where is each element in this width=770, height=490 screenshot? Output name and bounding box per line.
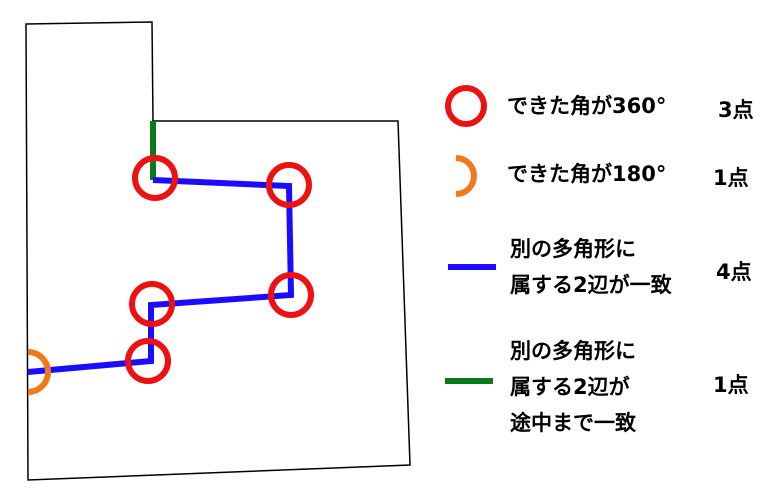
- red-circle-icon: [445, 85, 487, 127]
- legend-points-full-edge: 4点: [716, 260, 752, 284]
- legend-points-partial-edge: 1点: [713, 373, 749, 397]
- legend-points-180: 1点: [713, 166, 749, 190]
- legend-label-180: できた角が180°: [507, 162, 667, 186]
- orange-half-circle-icon: [455, 155, 477, 197]
- legend-points-360: 3点: [718, 98, 754, 122]
- polygon-outline: [25, 21, 411, 481]
- legend-label-full-edge: 別の多角形に 属する2辺が一致: [510, 237, 672, 297]
- legend-label-360: できた角が360°: [507, 94, 667, 118]
- legend-label-partial-edge: 別の多角形に 属する2辺が 途中まで一致: [510, 339, 636, 435]
